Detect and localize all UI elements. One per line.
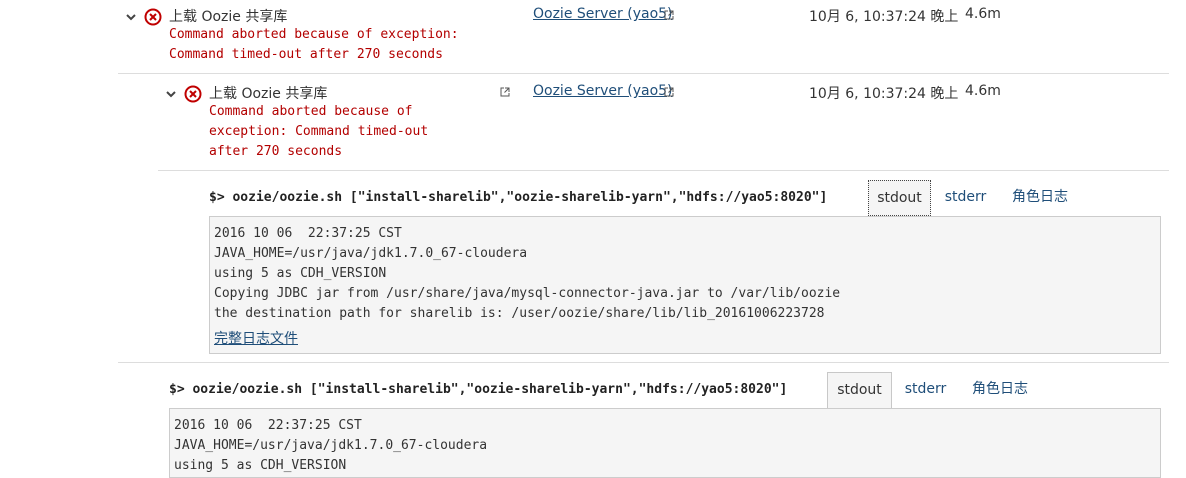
command-duration: 4.6m bbox=[965, 6, 1001, 22]
row-divider bbox=[158, 170, 1169, 171]
error-message: Command aborted because of exception: Co… bbox=[169, 25, 459, 65]
command-line: $> oozie/oozie.sh ["install-sharelib","o… bbox=[169, 382, 787, 397]
external-link-icon[interactable] bbox=[664, 10, 674, 20]
error-line: Command aborted because of exception: bbox=[169, 27, 459, 42]
log-line: using 5 as CDH_VERSION bbox=[214, 266, 387, 281]
command-title[interactable]: 上载 Oozie 共享库 bbox=[169, 6, 287, 26]
error-line: Command timed-out after 270 seconds bbox=[169, 47, 443, 62]
prompt-symbol: $> bbox=[169, 382, 185, 397]
prompt-symbol: $> bbox=[209, 190, 225, 205]
error-circle-icon bbox=[144, 8, 162, 26]
log-line: Copying JDBC jar from /usr/share/java/my… bbox=[214, 286, 841, 301]
log-output[interactable]: 2016 10 06 22:37:25 CST JAVA_HOME=/usr/j… bbox=[209, 216, 1161, 354]
command-duration: 4.6m bbox=[965, 83, 1001, 99]
log-line: JAVA_HOME=/usr/java/jdk1.7.0_67-cloudera bbox=[214, 246, 528, 261]
log-line: using 5 as CDH_VERSION bbox=[174, 458, 347, 473]
command-time: 10月 6, 10:37:24 晚上 bbox=[809, 86, 959, 102]
log-line: 2016 10 06 22:37:25 CST bbox=[214, 226, 402, 241]
log-line: the destination path for sharelib is: /u… bbox=[214, 306, 825, 321]
log-output[interactable]: 2016 10 06 22:37:25 CST JAVA_HOME=/usr/j… bbox=[169, 408, 1161, 478]
command-time: 10月 6, 10:37:24 晚上 bbox=[809, 9, 959, 25]
error-line: exception: Command timed-out bbox=[209, 124, 429, 139]
error-circle-icon bbox=[184, 85, 202, 103]
tab-role-log[interactable]: 角色日志 bbox=[960, 372, 1040, 408]
log-line: 2016 10 06 22:37:25 CST bbox=[174, 418, 362, 433]
command-title[interactable]: 上载 Oozie 共享库 bbox=[209, 83, 327, 103]
error-line: after 270 seconds bbox=[209, 144, 343, 159]
role-link[interactable]: Oozie Server (yao5) bbox=[533, 83, 673, 99]
external-link-icon[interactable] bbox=[664, 87, 674, 97]
error-line: Command aborted because of bbox=[209, 104, 413, 119]
role-link[interactable]: Oozie Server (yao5) bbox=[533, 6, 673, 22]
full-log-link[interactable]: 完整日志文件 bbox=[214, 328, 298, 348]
tab-stderr[interactable]: stderr bbox=[933, 180, 998, 216]
command-text: oozie/oozie.sh ["install-sharelib","oozi… bbox=[192, 382, 788, 397]
tab-stderr[interactable]: stderr bbox=[893, 372, 958, 408]
external-link-icon[interactable] bbox=[500, 87, 510, 97]
command-line: $> oozie/oozie.sh ["install-sharelib","o… bbox=[209, 190, 827, 205]
error-message: Command aborted because of exception: Co… bbox=[209, 102, 428, 162]
tab-stdout[interactable]: stdout bbox=[827, 372, 892, 409]
chevron-down-icon[interactable] bbox=[164, 87, 178, 101]
chevron-down-icon[interactable] bbox=[124, 10, 138, 24]
tab-stdout[interactable]: stdout bbox=[868, 180, 931, 216]
tab-role-log[interactable]: 角色日志 bbox=[1000, 180, 1080, 216]
row-divider bbox=[118, 73, 1169, 74]
command-text: oozie/oozie.sh ["install-sharelib","oozi… bbox=[232, 190, 828, 205]
row-divider bbox=[118, 362, 1169, 363]
log-line: JAVA_HOME=/usr/java/jdk1.7.0_67-cloudera bbox=[174, 438, 488, 453]
